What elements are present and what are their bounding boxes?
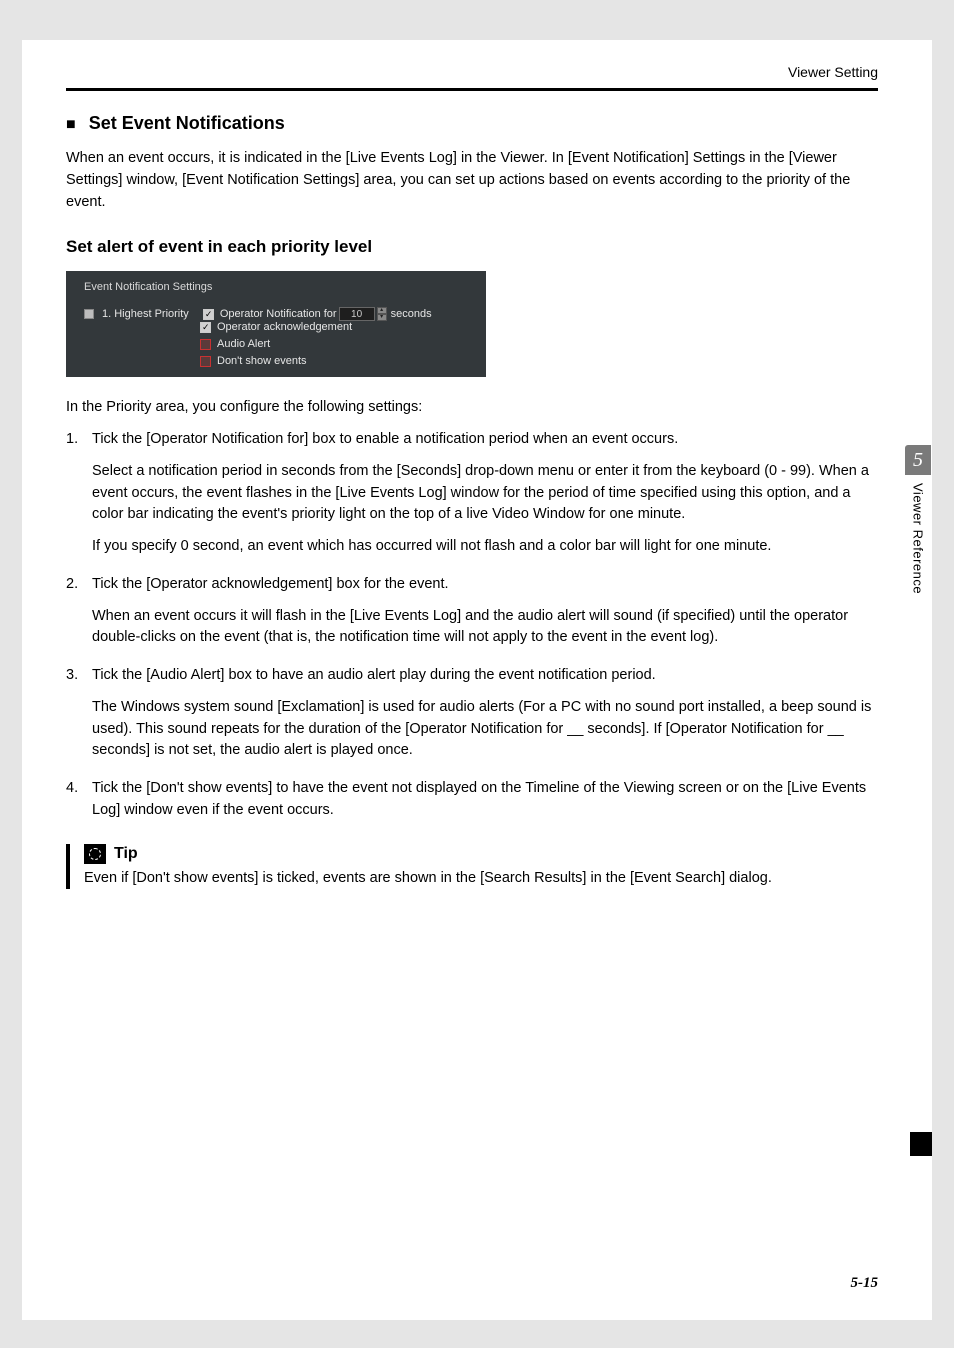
priority-area-intro: In the Priority area, you configure the … xyxy=(66,397,878,419)
tip-icon xyxy=(84,844,106,864)
panel-title: Event Notification Settings xyxy=(84,281,468,293)
title-bullet-icon: ■ xyxy=(66,116,76,133)
edge-marker xyxy=(910,1132,932,1156)
subsection-title: Set alert of event in each priority leve… xyxy=(66,237,878,257)
step-3-detail: The Windows system sound [Exclamation] i… xyxy=(92,697,878,762)
tip-block: Tip Even if [Don't show events] is ticke… xyxy=(66,844,878,890)
audio-alert-checkbox[interactable] xyxy=(200,339,211,350)
dont-show-events-label: Don't show events xyxy=(217,355,307,367)
event-notification-settings-panel: Event Notification Settings 1. Highest P… xyxy=(66,271,486,377)
step-1-head: Tick the [Operator Notification for] box… xyxy=(92,431,678,447)
step-1: Tick the [Operator Notification for] box… xyxy=(66,429,878,558)
header-section-label: Viewer Setting xyxy=(66,64,878,86)
priority-label: 1. Highest Priority xyxy=(102,308,189,320)
priority-color-swatch xyxy=(84,309,94,319)
spinner-down-icon[interactable]: ▾ xyxy=(377,314,387,321)
seconds-spinner[interactable]: ▴ ▾ xyxy=(377,307,387,321)
step-4-head: Tick the [Don't show events] to have the… xyxy=(92,780,866,818)
side-tab: 5 Viewer Reference xyxy=(904,445,932,594)
tip-text: Even if [Don't show events] is ticked, e… xyxy=(84,868,878,890)
step-2-head: Tick the [Operator acknowledgement] box … xyxy=(92,576,449,592)
step-3: Tick the [Audio Alert] box to have an au… xyxy=(66,665,878,762)
step-4: Tick the [Don't show events] to have the… xyxy=(66,778,878,822)
step-1-detail-2: If you specify 0 second, an event which … xyxy=(92,536,878,558)
operator-notification-checkbox[interactable] xyxy=(203,309,214,320)
spinner-up-icon[interactable]: ▴ xyxy=(377,307,387,314)
step-1-detail-1: Select a notification period in seconds … xyxy=(92,461,878,526)
operator-ack-checkbox[interactable] xyxy=(200,322,211,333)
chapter-number-badge: 5 xyxy=(905,445,931,475)
chapter-label: Viewer Reference xyxy=(911,483,926,594)
step-2-detail: When an event occurs it will flash in th… xyxy=(92,606,878,650)
instruction-list: Tick the [Operator Notification for] box… xyxy=(66,429,878,822)
title-text: Set Event Notifications xyxy=(89,113,285,133)
dont-show-events-checkbox[interactable] xyxy=(200,356,211,367)
tip-label: Tip xyxy=(114,845,138,863)
intro-paragraph: When an event occurs, it is indicated in… xyxy=(66,148,878,213)
page-number: 5-15 xyxy=(851,1275,879,1292)
header-rule xyxy=(66,88,878,91)
section-title: ■ Set Event Notifications xyxy=(66,113,878,134)
operator-notification-label: Operator Notification for xyxy=(220,308,337,320)
step-2: Tick the [Operator acknowledgement] box … xyxy=(66,574,878,649)
audio-alert-label: Audio Alert xyxy=(217,338,270,350)
seconds-input[interactable]: 10 xyxy=(339,307,375,321)
operator-ack-label: Operator acknowledgement xyxy=(217,321,352,333)
step-3-head: Tick the [Audio Alert] box to have an au… xyxy=(92,667,656,683)
seconds-suffix: seconds xyxy=(391,308,432,320)
